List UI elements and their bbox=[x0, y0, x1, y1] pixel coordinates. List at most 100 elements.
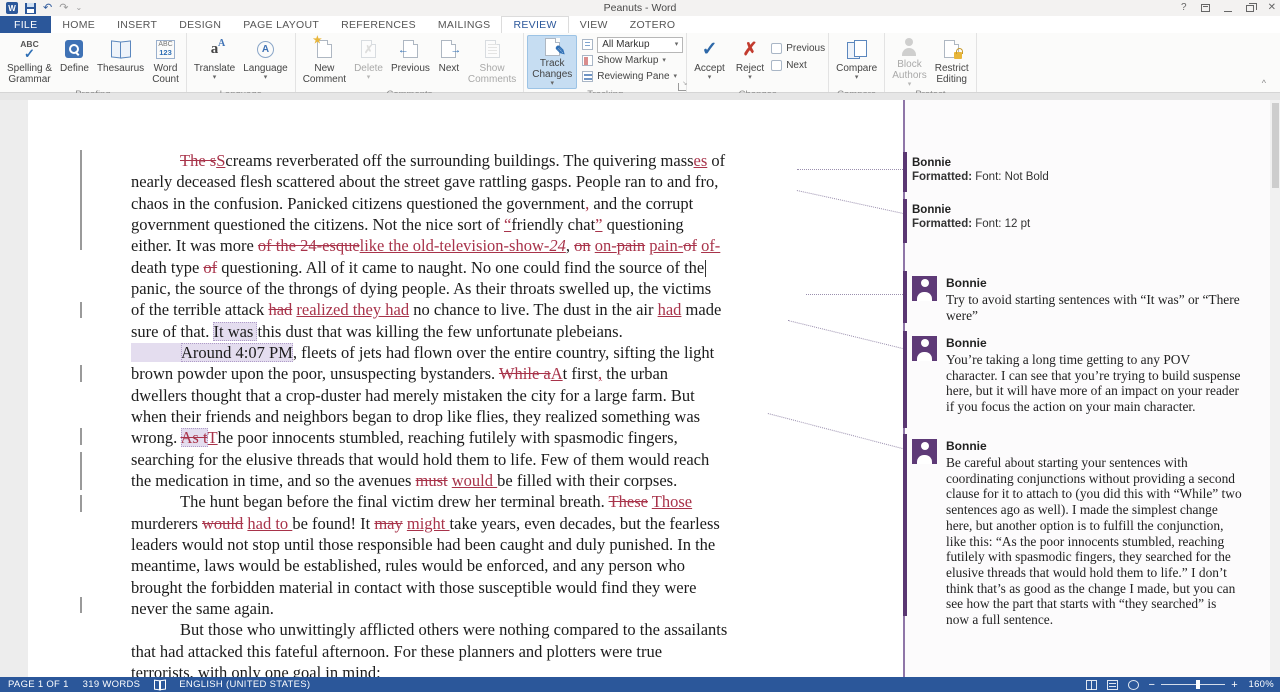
document-line[interactable]: the medication in time, and so the avenu… bbox=[131, 470, 803, 491]
document-line[interactable]: sure of that. It was this dust that was … bbox=[131, 321, 803, 342]
page-indicator[interactable]: PAGE 1 OF 1 bbox=[8, 679, 69, 690]
next-change-button[interactable]: Next bbox=[771, 58, 825, 73]
previous-comment-button[interactable]: ← Previous bbox=[387, 35, 434, 89]
print-layout-icon[interactable] bbox=[1107, 680, 1118, 690]
new-comment-button[interactable]: ★ New Comment bbox=[299, 35, 350, 89]
close-icon[interactable]: ✕ bbox=[1268, 3, 1276, 13]
document-line[interactable]: never the same again. bbox=[131, 598, 803, 619]
ribbon: ABC✓ Spelling & Grammar Define Thesaurus… bbox=[0, 33, 1280, 93]
left-margin bbox=[0, 100, 28, 677]
scrollbar-thumb[interactable] bbox=[1272, 103, 1279, 188]
document-line[interactable]: government questioned the citizens. Not … bbox=[131, 214, 803, 235]
change-author: Bonnie bbox=[912, 157, 1262, 169]
zoom-slider[interactable] bbox=[1161, 684, 1225, 685]
document-line[interactable]: meantime, laws would be established, rul… bbox=[131, 555, 803, 576]
comment-author: Bonnie bbox=[946, 336, 1242, 350]
tracking-dialog-launcher-icon[interactable] bbox=[678, 83, 686, 91]
tab-page-layout[interactable]: PAGE LAYOUT bbox=[232, 16, 330, 33]
format-change-text: Formatted: Font: Not Bold bbox=[912, 171, 1262, 183]
collapse-ribbon-icon[interactable]: ^ bbox=[1262, 78, 1266, 88]
title-bar: W ↶ ↷ ⌄ Peanuts - Word ? ✕ bbox=[0, 0, 1280, 16]
document-line[interactable]: panic, the source of the throngs of dyin… bbox=[131, 278, 803, 299]
thesaurus-button[interactable]: Thesaurus bbox=[93, 35, 148, 89]
compare-icon bbox=[847, 40, 867, 58]
document-line[interactable]: terrorists, with only one goal in mind: bbox=[131, 662, 803, 677]
tab-references[interactable]: REFERENCES bbox=[330, 16, 427, 33]
minimize-icon[interactable] bbox=[1224, 11, 1232, 12]
word-count-indicator[interactable]: 319 WORDS bbox=[83, 679, 141, 690]
compare-button[interactable]: Compare ▾ bbox=[832, 35, 881, 89]
restore-icon[interactable] bbox=[1246, 5, 1254, 12]
tab-mailings[interactable]: MAILINGS bbox=[427, 16, 502, 33]
format-change-balloon[interactable]: Bonnie Formatted: Font: Not Bold bbox=[912, 157, 1262, 183]
format-change-balloon[interactable]: BonnieFormatted: Font: 12 pt bbox=[912, 204, 1262, 230]
tab-home[interactable]: HOME bbox=[51, 16, 106, 33]
chevron-down-icon: ▾ bbox=[675, 42, 679, 48]
status-bar: PAGE 1 OF 1 319 WORDS ENGLISH (UNITED ST… bbox=[0, 677, 1280, 692]
vertical-scrollbar[interactable] bbox=[1270, 100, 1280, 677]
zoom-slider-thumb[interactable] bbox=[1196, 680, 1200, 689]
tab-insert[interactable]: INSERT bbox=[106, 16, 168, 33]
document-line[interactable]: leaders would not stop until those respo… bbox=[131, 534, 803, 555]
document-line[interactable]: murderers would had to be found! It may … bbox=[131, 513, 803, 534]
tab-file[interactable]: FILE bbox=[0, 16, 51, 33]
previous-change-button[interactable]: Previous bbox=[771, 41, 825, 56]
document-line[interactable]: brown powder upon the poor, unsuspecting… bbox=[131, 363, 803, 384]
word-count-button[interactable]: ABC123 Word Count bbox=[148, 35, 183, 89]
comment-balloon[interactable]: BonnieBe careful about starting your sen… bbox=[912, 439, 1262, 628]
zoom-level[interactable]: 160% bbox=[1248, 679, 1274, 690]
ribbon-display-options-icon[interactable] bbox=[1201, 4, 1210, 12]
block-authors-button[interactable]: Block Authors ▾ bbox=[888, 35, 930, 89]
track-changes-button[interactable]: ✎ Track Changes ▾ bbox=[527, 35, 577, 89]
thesaurus-icon bbox=[111, 41, 131, 57]
read-mode-icon[interactable] bbox=[1086, 680, 1097, 690]
define-button[interactable]: Define bbox=[56, 35, 93, 89]
document-line[interactable]: when their friends and neighbors began t… bbox=[131, 406, 803, 427]
accept-button[interactable]: ✓ Accept ▾ bbox=[690, 35, 729, 89]
show-markup-icon bbox=[582, 55, 593, 66]
document-line[interactable]: dwellers thought that a crop-duster had … bbox=[131, 385, 803, 406]
comment-text: You’re taking a long time getting to any… bbox=[946, 352, 1242, 415]
document-line[interactable]: brought the forbidden material in contac… bbox=[131, 577, 803, 598]
document-line[interactable]: death type of questioning. All of it cam… bbox=[131, 257, 803, 278]
spelling-grammar-button[interactable]: ABC✓ Spelling & Grammar bbox=[3, 35, 56, 89]
document-line[interactable]: nearly deceased flesh scattered about th… bbox=[131, 171, 803, 192]
language-button[interactable]: A Language ▾ bbox=[239, 35, 292, 89]
proofing-status-icon[interactable] bbox=[154, 680, 165, 689]
format-change-text: Formatted: Font: 12 pt bbox=[912, 218, 1262, 230]
document-line[interactable]: chaos in the confusion. Panicked citizen… bbox=[131, 193, 803, 214]
web-layout-icon[interactable] bbox=[1128, 680, 1139, 690]
tab-review[interactable]: REVIEW bbox=[501, 16, 568, 33]
translate-button[interactable]: aA Translate ▾ bbox=[190, 35, 239, 89]
reject-button[interactable]: ✗ Reject ▾ bbox=[732, 35, 768, 89]
delete-comment-button[interactable]: ✗ Delete ▾ bbox=[350, 35, 387, 89]
document-line[interactable]: The sScreams reverberated off the surrou… bbox=[131, 150, 803, 171]
reviewing-pane-icon bbox=[582, 71, 593, 82]
comment-balloon[interactable]: BonnieTry to avoid starting sentences wi… bbox=[912, 276, 1262, 323]
restrict-editing-button[interactable]: Restrict Editing bbox=[931, 35, 973, 89]
document-line[interactable]: wrong. As tThe poor innocents stumbled, … bbox=[131, 427, 803, 448]
document-line[interactable]: searching for the elusive threads that w… bbox=[131, 449, 803, 470]
show-markup-button[interactable]: Show Markup ▾ bbox=[582, 53, 683, 68]
next-comment-button[interactable]: → Next bbox=[434, 35, 464, 89]
tab-view[interactable]: VIEW bbox=[569, 16, 619, 33]
show-comments-button[interactable]: Show Comments bbox=[464, 35, 520, 89]
comment-balloon[interactable]: Bonnie You’re taking a long time getting … bbox=[912, 336, 1262, 415]
previous-change-icon bbox=[771, 43, 782, 54]
help-icon[interactable]: ? bbox=[1181, 3, 1187, 13]
zoom-out-icon[interactable] bbox=[1149, 679, 1156, 691]
markup-select[interactable]: All Markup ▾ bbox=[597, 37, 683, 53]
document-line[interactable]: The hunt began before the final victim d… bbox=[131, 491, 803, 512]
document-line[interactable]: that had attacked this fateful afternoon… bbox=[131, 641, 803, 662]
reviewing-pane-button[interactable]: Reviewing Pane ▾ bbox=[582, 69, 683, 84]
document-line[interactable]: either. It was more of the 24-esquelike … bbox=[131, 235, 803, 256]
language-indicator[interactable]: ENGLISH (UNITED STATES) bbox=[179, 679, 310, 690]
zoom-in-icon[interactable] bbox=[1231, 679, 1238, 691]
tab-zotero[interactable]: ZOTERO bbox=[619, 16, 687, 33]
define-icon bbox=[65, 40, 83, 58]
document-line[interactable]: of the terrible attack had realized they… bbox=[131, 299, 803, 320]
document-line[interactable]: But those who unwittingly afflicted othe… bbox=[131, 619, 803, 640]
tab-design[interactable]: DESIGN bbox=[168, 16, 232, 33]
reject-icon: ✗ bbox=[742, 39, 757, 60]
document-line[interactable]: Around 4:07 PM, fleets of jets had flown… bbox=[131, 342, 803, 363]
